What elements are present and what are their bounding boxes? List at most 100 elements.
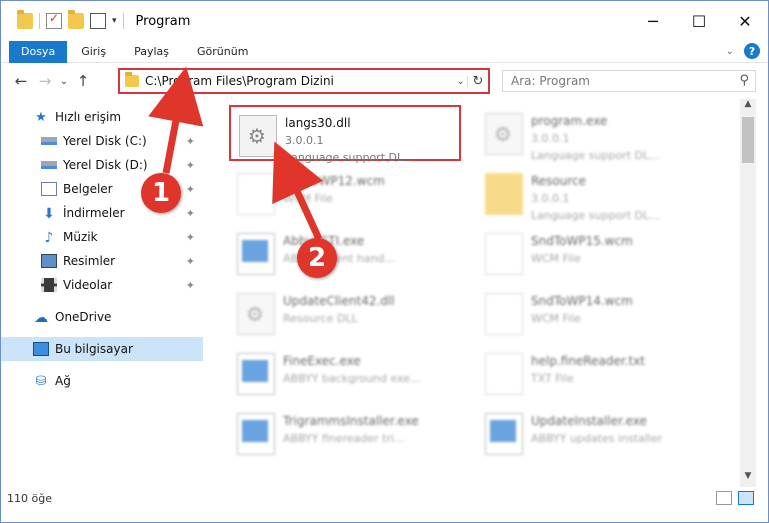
expand-ribbon-chevron-icon[interactable]: ⌄ <box>726 46 734 57</box>
close-button[interactable]: ✕ <box>722 1 768 41</box>
title-bar: ▾ Program ─ ☐ ✕ <box>1 1 768 41</box>
details-view-icon[interactable] <box>716 491 732 505</box>
file-list: langs30.dll 3.0.0.1 Language support DL.… <box>205 99 739 485</box>
sidebar-item-local-disk-d[interactable]: Yerel Disk (D:) ✦ <box>1 153 203 177</box>
file-description: Language support DL... <box>531 149 660 162</box>
forward-button[interactable]: → <box>33 72 57 90</box>
sidebar-item-label: Resimler <box>63 254 116 268</box>
window-icon <box>237 233 275 275</box>
divider <box>122 13 124 29</box>
maximize-button[interactable]: ☐ <box>676 1 722 41</box>
search-placeholder: Ara: Program <box>511 74 590 88</box>
sidebar-item-label: Hızlı erişim <box>55 110 122 124</box>
sidebar-item-music[interactable]: ♪ Müzik ✦ <box>1 225 203 249</box>
tab-home[interactable]: Giriş <box>67 41 120 63</box>
up-button[interactable]: ↑ <box>71 72 95 90</box>
properties-check-icon[interactable] <box>46 11 62 29</box>
file-item-sndtowp14[interactable]: SndToWP14.wcm WCM File <box>477 285 709 341</box>
file-name: SndToWP12.wcm <box>283 174 385 188</box>
pin-icon[interactable]: ✦ <box>186 255 195 268</box>
search-input[interactable]: Ara: Program ⚲ <box>502 70 756 92</box>
sidebar-item-label: Belgeler <box>63 182 113 196</box>
status-bar: 110 öğe <box>1 487 768 509</box>
app-icon <box>485 113 523 155</box>
recent-locations-chevron-icon[interactable]: ⌄ <box>57 76 71 87</box>
file-description: ABBYY updates installer <box>531 432 663 445</box>
view-switcher <box>716 491 754 505</box>
sidebar-item-label: Yerel Disk (C:) <box>63 134 147 148</box>
callout-1: 1 <box>141 173 181 213</box>
file-item-trigramms-installer[interactable]: TrigrammsInstaller.exe ABBYY finereader … <box>229 405 461 461</box>
pin-icon[interactable]: ✦ <box>186 183 195 196</box>
file-item-help-txt[interactable]: help.fineReader.txt TXT File <box>477 345 709 401</box>
properties-icon[interactable] <box>90 13 106 29</box>
onedrive-icon: ☁ <box>34 310 48 326</box>
disk-icon <box>41 161 57 169</box>
back-button[interactable]: ← <box>9 72 33 90</box>
file-item-program-exe[interactable]: program.exe 3.0.0.1 Language support DL.… <box>477 105 709 162</box>
sidebar-item-label: Müzik <box>63 230 98 244</box>
address-dropdown-icon[interactable]: ⌄ <box>454 75 468 87</box>
pin-icon[interactable]: ✦ <box>186 279 195 292</box>
address-bar[interactable]: C:\Program Files\Program Dizini ⌄ ↻ <box>118 68 490 94</box>
file-item-updateclient42[interactable]: UpdateClient42.dll Resource DLL <box>229 285 461 341</box>
sidebar-item-label: Bu bilgisayar <box>55 342 133 356</box>
new-folder-icon[interactable] <box>68 10 84 29</box>
gear-file-icon <box>237 293 275 335</box>
folder-icon <box>17 10 33 29</box>
file-version: 3.0.0.1 <box>531 192 570 205</box>
sidebar-item-network[interactable]: ⛁ Ağ <box>1 369 203 393</box>
scroll-down-icon[interactable]: ▼ <box>740 471 756 487</box>
customize-toolbar-chevron-icon[interactable]: ▾ <box>112 16 117 26</box>
tab-file[interactable]: Dosya <box>9 40 68 63</box>
large-icons-view-icon[interactable] <box>738 491 754 505</box>
file-name: help.fineReader.txt <box>531 354 645 368</box>
sidebar-item-local-disk-c[interactable]: Yerel Disk (C:) ✦ <box>1 129 203 153</box>
pin-icon[interactable]: ✦ <box>186 231 195 244</box>
sidebar-item-videos[interactable]: Videolar ✦ <box>1 273 203 297</box>
file-item-langs30-dll[interactable]: langs30.dll 3.0.0.1 Language support DL.… <box>229 105 461 164</box>
folder-icon <box>125 72 139 87</box>
vertical-scrollbar[interactable]: ▲ ▼ <box>740 99 756 487</box>
ribbon-tabs: Dosya Giriş Paylaş Görünüm ⌄ ? <box>1 40 768 63</box>
pin-icon[interactable]: ✦ <box>186 135 195 148</box>
file-name: Resource <box>531 174 587 188</box>
file-item-resource[interactable]: Resource 3.0.0.1 Language support DL... <box>477 165 709 222</box>
file-description: Resource DLL <box>283 312 358 325</box>
network-icon: ⛁ <box>35 374 47 389</box>
sidebar-item-label: Ağ <box>55 374 71 388</box>
file-item-update-installer[interactable]: UpdateInstaller.exe ABBYY updates instal… <box>477 405 709 461</box>
window-title: Program <box>135 13 191 29</box>
scroll-up-icon[interactable]: ▲ <box>740 99 756 115</box>
tab-view[interactable]: Görünüm <box>183 41 262 63</box>
minimize-button[interactable]: ─ <box>630 1 676 41</box>
sidebar-item-onedrive[interactable]: ☁ OneDrive <box>1 305 203 329</box>
star-icon: ★ <box>35 110 47 125</box>
pin-icon[interactable]: ✦ <box>186 159 195 172</box>
refresh-button[interactable]: ↻ <box>468 74 488 89</box>
folder-icon <box>485 173 523 215</box>
download-icon: ⬇ <box>43 206 55 222</box>
sidebar-item-pictures[interactable]: Resimler ✦ <box>1 249 203 273</box>
file-item-abbyysti[interactable]: AbbyySTI.exe ABBYY event hand... <box>229 225 461 281</box>
help-icon[interactable]: ? <box>744 43 760 59</box>
sidebar-item-this-pc[interactable]: Bu bilgisayar <box>1 337 203 361</box>
file-type: WCM File <box>531 252 581 265</box>
window-icon <box>237 413 275 455</box>
file-name: FineExec.exe <box>283 354 361 368</box>
tab-share[interactable]: Paylaş <box>120 41 183 63</box>
file-name: TrigrammsInstaller.exe <box>283 414 419 428</box>
file-item-sndtowp12[interactable]: SndToWP12.wcm WCM File <box>229 165 461 221</box>
file-item-fineexec[interactable]: FineExec.exe ABBYY background exe... <box>229 345 461 401</box>
file-name: SndToWP14.wcm <box>531 294 633 308</box>
quick-access-toolbar: ▾ Program <box>1 1 190 41</box>
explorer-window: ▾ Program ─ ☐ ✕ Dosya Giriş Paylaş Görün… <box>0 0 769 523</box>
pin-icon[interactable]: ✦ <box>186 207 195 220</box>
address-path[interactable]: C:\Program Files\Program Dizini <box>145 74 454 88</box>
file-item-sndtowp15[interactable]: SndToWP15.wcm WCM File <box>477 225 709 281</box>
scroll-thumb[interactable] <box>742 117 754 163</box>
file-name: SndToWP15.wcm <box>531 234 633 248</box>
search-icon: ⚲ <box>739 73 749 88</box>
sidebar-item-quick-access[interactable]: ★ Hızlı erişim <box>1 105 203 129</box>
navigation-pane: ★ Hızlı erişim Yerel Disk (C:) ✦ Yerel D… <box>1 99 204 487</box>
